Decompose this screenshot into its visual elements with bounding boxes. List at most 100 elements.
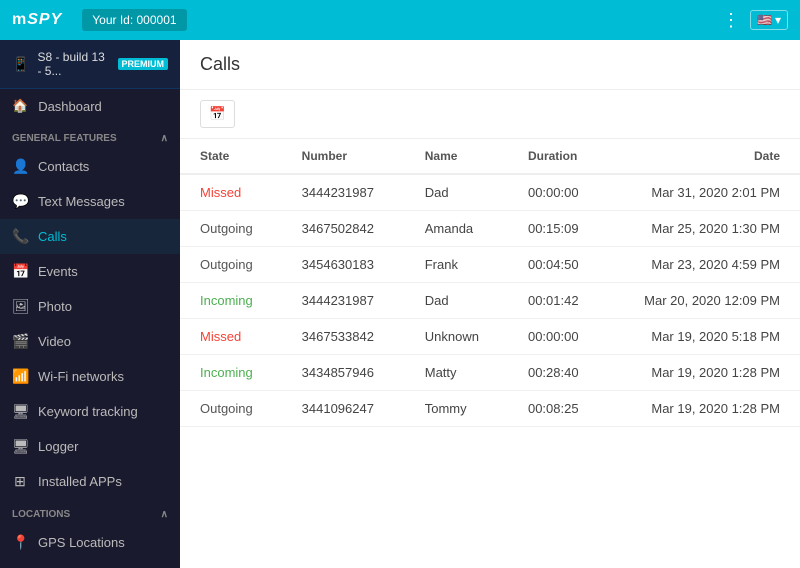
sidebar-item-dashboard[interactable]: 🏠 Dashboard [0, 89, 180, 123]
locations-label: LOCATIONS [12, 509, 70, 520]
cell-name-2: Frank [405, 247, 508, 283]
logger-icon: 🖥 [12, 438, 28, 455]
col-number: Number [282, 139, 405, 174]
locations-chevron: ∧ [161, 509, 168, 520]
device-icon: 📱 [12, 56, 29, 73]
general-features-chevron: ∧ [161, 133, 168, 144]
sidebar-item-geo[interactable]: 🌐 Geo Fencing [0, 560, 180, 568]
cell-state-4: Missed [180, 319, 282, 355]
table-row: Outgoing 3467502842 Amanda 00:15:09 Mar … [180, 211, 800, 247]
sidebar-item-events[interactable]: 📅 Events [0, 254, 180, 289]
cell-number-1: 3467502842 [282, 211, 405, 247]
user-id-badge: Your Id: 000001 [82, 9, 186, 31]
calls-table-container: State Number Name Duration Date Missed 3… [180, 139, 800, 568]
photo-icon: 🖼 [12, 298, 28, 315]
cell-duration-3: 00:01:42 [508, 283, 607, 319]
wifi-icon: 📶 [12, 368, 28, 385]
col-date: Date [607, 139, 800, 174]
cell-state-1: Outgoing [180, 211, 282, 247]
topbar-right: ⋮ 🇺🇸 ▾ [722, 10, 788, 31]
sidebar-item-keyword[interactable]: 🖥 Keyword tracking [0, 394, 180, 429]
table-row: Missed 3467533842 Unknown 00:00:00 Mar 1… [180, 319, 800, 355]
cell-date-4: Mar 19, 2020 5:18 PM [607, 319, 800, 355]
filter-bar: 📅 [180, 90, 800, 139]
sidebar-item-logger[interactable]: 🖥 Logger [0, 429, 180, 464]
cell-number-6: 3441096247 [282, 391, 405, 427]
events-label: Events [38, 264, 78, 279]
table-row: Incoming 3444231987 Dad 00:01:42 Mar 20,… [180, 283, 800, 319]
sidebar-item-wifi[interactable]: 📶 Wi-Fi networks [0, 359, 180, 394]
cell-date-5: Mar 19, 2020 1:28 PM [607, 355, 800, 391]
sidebar-item-installed-apps[interactable]: ⊞ Installed APPs [0, 464, 180, 499]
table-row: Missed 3444231987 Dad 00:00:00 Mar 31, 2… [180, 174, 800, 211]
sidebar-item-contacts[interactable]: 👤 Contacts [0, 149, 180, 184]
cell-name-0: Dad [405, 174, 508, 211]
events-icon: 📅 [12, 263, 28, 280]
cell-number-5: 3434857946 [282, 355, 405, 391]
messages-icon: 💬 [12, 193, 28, 210]
general-features-header: GENERAL FEATURES ∧ [0, 123, 180, 149]
cell-state-3: Incoming [180, 283, 282, 319]
cell-date-2: Mar 23, 2020 4:59 PM [607, 247, 800, 283]
cell-name-3: Dad [405, 283, 508, 319]
cell-name-5: Matty [405, 355, 508, 391]
table-row: Outgoing 3454630183 Frank 00:04:50 Mar 2… [180, 247, 800, 283]
more-options-icon[interactable]: ⋮ [722, 10, 740, 31]
keyword-label: Keyword tracking [38, 404, 138, 419]
device-item[interactable]: 📱 S8 - build 13 - 5... PREMIUM [0, 40, 180, 89]
calendar-filter-button[interactable]: 📅 [200, 100, 235, 128]
cell-duration-2: 00:04:50 [508, 247, 607, 283]
table-row: Outgoing 3441096247 Tommy 00:08:25 Mar 1… [180, 391, 800, 427]
wifi-label: Wi-Fi networks [38, 369, 124, 384]
general-features-label: GENERAL FEATURES [12, 133, 117, 144]
cell-date-0: Mar 31, 2020 2:01 PM [607, 174, 800, 211]
cell-number-2: 3454630183 [282, 247, 405, 283]
col-duration: Duration [508, 139, 607, 174]
keyword-icon: 🖥 [12, 403, 28, 420]
home-icon: 🏠 [12, 98, 28, 114]
cell-duration-4: 00:00:00 [508, 319, 607, 355]
cell-name-4: Unknown [405, 319, 508, 355]
sidebar: 📱 S8 - build 13 - 5... PREMIUM 🏠 Dashboa… [0, 40, 180, 568]
locations-header: LOCATIONS ∧ [0, 499, 180, 525]
premium-badge: PREMIUM [118, 58, 169, 70]
language-button[interactable]: 🇺🇸 ▾ [750, 10, 788, 30]
contacts-label: Contacts [38, 159, 89, 174]
cell-state-0: Missed [180, 174, 282, 211]
page-title: Calls [200, 54, 240, 75]
calls-table: State Number Name Duration Date Missed 3… [180, 139, 800, 427]
logger-label: Logger [38, 439, 78, 454]
cell-number-4: 3467533842 [282, 319, 405, 355]
cell-duration-0: 00:00:00 [508, 174, 607, 211]
cell-duration-6: 00:08:25 [508, 391, 607, 427]
calls-label: Calls [38, 229, 67, 244]
logo: mSPY [12, 11, 62, 29]
calendar-icon: 📅 [209, 106, 226, 121]
cell-state-6: Outgoing [180, 391, 282, 427]
table-header-row: State Number Name Duration Date [180, 139, 800, 174]
dashboard-label: Dashboard [38, 99, 102, 114]
video-icon: 🎬 [12, 333, 28, 350]
sidebar-item-calls[interactable]: 📞 Calls [0, 219, 180, 254]
cell-duration-5: 00:28:40 [508, 355, 607, 391]
sidebar-item-gps[interactable]: 📍 GPS Locations [0, 525, 180, 560]
messages-label: Text Messages [38, 194, 125, 209]
sidebar-item-photo[interactable]: 🖼 Photo [0, 289, 180, 324]
cell-name-6: Tommy [405, 391, 508, 427]
sidebar-item-video[interactable]: 🎬 Video [0, 324, 180, 359]
calls-icon: 📞 [12, 228, 28, 245]
flag-chevron: ▾ [775, 13, 781, 27]
cell-state-2: Outgoing [180, 247, 282, 283]
cell-number-0: 3444231987 [282, 174, 405, 211]
photo-label: Photo [38, 299, 72, 314]
sidebar-item-text-messages[interactable]: 💬 Text Messages [0, 184, 180, 219]
gps-label: GPS Locations [38, 535, 125, 550]
gps-icon: 📍 [12, 534, 28, 551]
device-name: S8 - build 13 - 5... [37, 50, 109, 78]
video-label: Video [38, 334, 71, 349]
table-row: Incoming 3434857946 Matty 00:28:40 Mar 1… [180, 355, 800, 391]
cell-name-1: Amanda [405, 211, 508, 247]
cell-date-6: Mar 19, 2020 1:28 PM [607, 391, 800, 427]
col-name: Name [405, 139, 508, 174]
cell-number-3: 3444231987 [282, 283, 405, 319]
